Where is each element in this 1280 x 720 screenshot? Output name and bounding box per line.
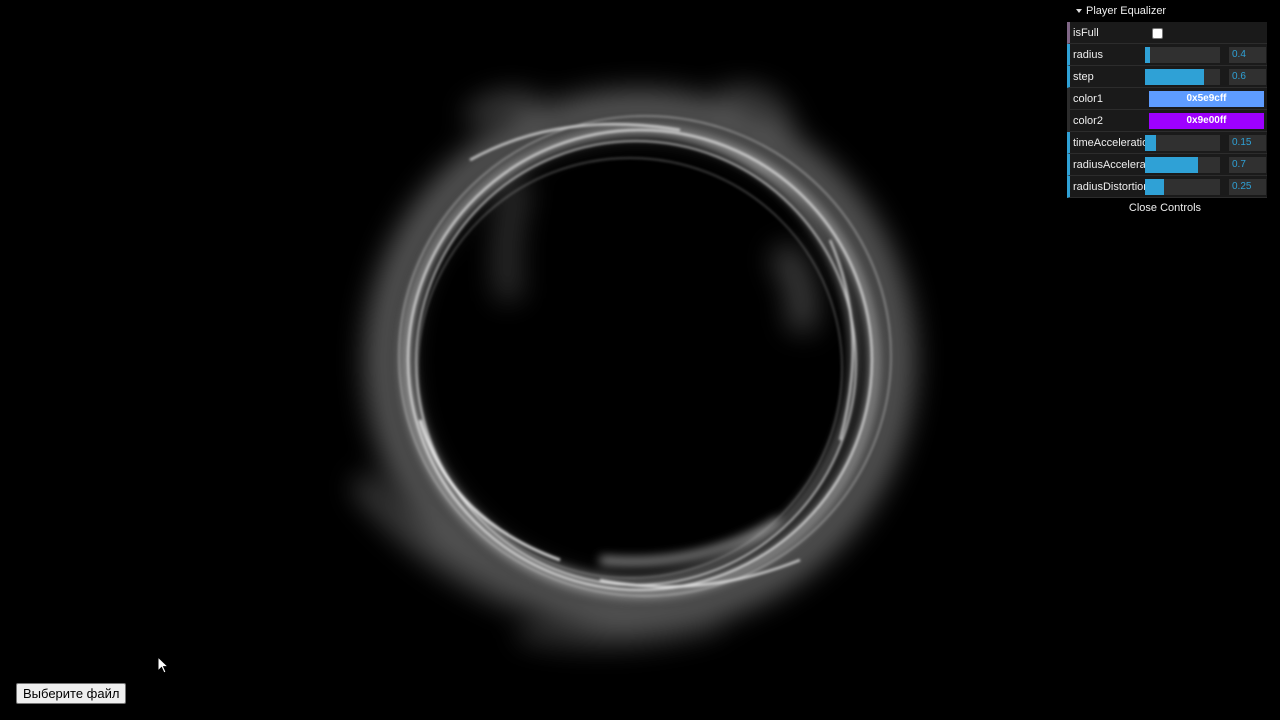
step-value-input[interactable]: 0.6 [1229,69,1266,85]
visualizer-stage: Player Equalizer isFull radius 0.4 step … [0,0,1280,720]
radiusdistortion-slider[interactable] [1145,179,1220,195]
timeacceleration-slider-fill [1145,135,1157,151]
radiusdistortion-slider-fill [1145,179,1164,195]
glow-ring-haze [351,87,915,647]
glow-ring-mid [400,125,880,599]
panel-title-bar[interactable]: Player Equalizer [1067,0,1267,22]
radiusacceleration-slider-fill [1145,157,1198,173]
color2-swatch[interactable]: 0x9e00ff [1149,113,1264,129]
control-row-radius: radius 0.4 [1067,44,1267,66]
radius-slider-fill [1145,47,1150,63]
control-row-color2: color2 0x9e00ff [1067,110,1267,132]
panel-title: Player Equalizer [1086,5,1167,17]
control-label: radiusAcceleration [1073,159,1149,171]
control-label: radius [1073,49,1103,61]
radiusdistortion-value-input[interactable]: 0.25 [1229,179,1266,195]
choose-file-button[interactable]: Выберите файл [16,683,127,704]
control-label: step [1073,71,1094,83]
radiusacceleration-slider[interactable] [1145,157,1220,173]
control-row-timeacceleration: timeAcceleration 0.15 [1067,132,1267,154]
caret-down-icon [1076,9,1082,13]
close-controls-button[interactable]: Close Controls [1067,198,1267,218]
control-label: color2 [1073,115,1103,127]
step-slider-fill [1145,69,1204,85]
radius-value-input[interactable]: 0.4 [1229,47,1266,63]
control-label: isFull [1073,27,1099,39]
control-label: radiusDistortion [1073,181,1149,193]
control-row-isfull: isFull [1067,22,1267,44]
radius-slider[interactable] [1145,47,1220,63]
player-equalizer-panel: Player Equalizer isFull radius 0.4 step … [1067,0,1267,218]
control-label: timeAcceleration [1073,137,1149,149]
radiusacceleration-value-input[interactable]: 0.7 [1229,157,1266,173]
mouse-pointer-icon [157,656,169,674]
control-row-radiusdistortion: radiusDistortion 0.25 [1067,176,1267,198]
timeacceleration-slider[interactable] [1145,135,1220,151]
control-label: color1 [1073,93,1103,105]
color1-swatch[interactable]: 0x5e9cff [1149,91,1264,107]
isfull-checkbox[interactable] [1152,28,1163,39]
step-slider[interactable] [1145,69,1220,85]
control-row-color1: color1 0x5e9cff [1067,88,1267,110]
control-row-radiusacceleration: radiusAcceleration 0.7 [1067,154,1267,176]
timeacceleration-value-input[interactable]: 0.15 [1229,135,1266,151]
control-row-step: step 0.6 [1067,66,1267,88]
